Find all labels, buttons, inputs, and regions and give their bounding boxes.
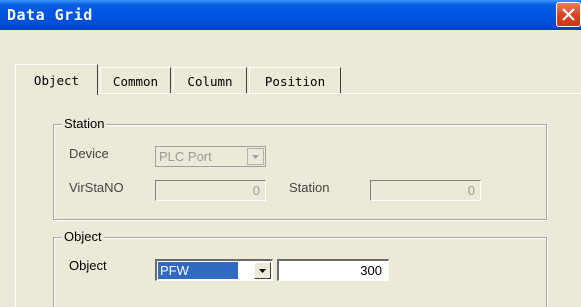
device-select[interactable]: PLC Port (155, 146, 266, 167)
station-group-title: Station (62, 116, 107, 131)
tab-common-label: Common (112, 73, 159, 89)
tab-position[interactable]: Position (249, 67, 341, 94)
device-label: Device (69, 146, 109, 161)
device-value: PLC Port (159, 149, 212, 164)
chevron-down-icon (259, 269, 266, 273)
object-type-dropdown-button[interactable] (254, 262, 271, 279)
object-group-title: Object (62, 229, 104, 244)
tab-position-label: Position (264, 73, 326, 89)
close-button[interactable] (556, 2, 581, 27)
object-address-field[interactable] (277, 259, 389, 281)
virstano-value: 0 (252, 183, 260, 198)
tab-object-label: Object (33, 72, 80, 88)
station-label: Station (289, 180, 330, 195)
virstano-field[interactable]: 0 (155, 180, 266, 201)
virstano-label: VirStaNO (69, 180, 124, 195)
window-title: Data Grid (7, 6, 93, 24)
object-type-value: PFW (158, 262, 238, 279)
object-label: Object (69, 258, 107, 273)
title-bar[interactable]: Data Grid (0, 0, 581, 30)
tab-object[interactable]: Object (15, 64, 98, 95)
device-dropdown-button[interactable] (247, 148, 264, 165)
station-group: Station (53, 116, 547, 220)
object-address-input[interactable] (279, 261, 388, 280)
tab-column[interactable]: Column (173, 67, 247, 94)
chevron-down-icon (252, 155, 259, 159)
tab-column-label: Column (187, 73, 233, 89)
close-icon (562, 8, 575, 21)
station-field[interactable]: 0 (370, 180, 481, 201)
station-value: 0 (467, 183, 475, 198)
object-type-select[interactable]: PFW (155, 259, 273, 281)
tab-common[interactable]: Common (100, 67, 171, 94)
